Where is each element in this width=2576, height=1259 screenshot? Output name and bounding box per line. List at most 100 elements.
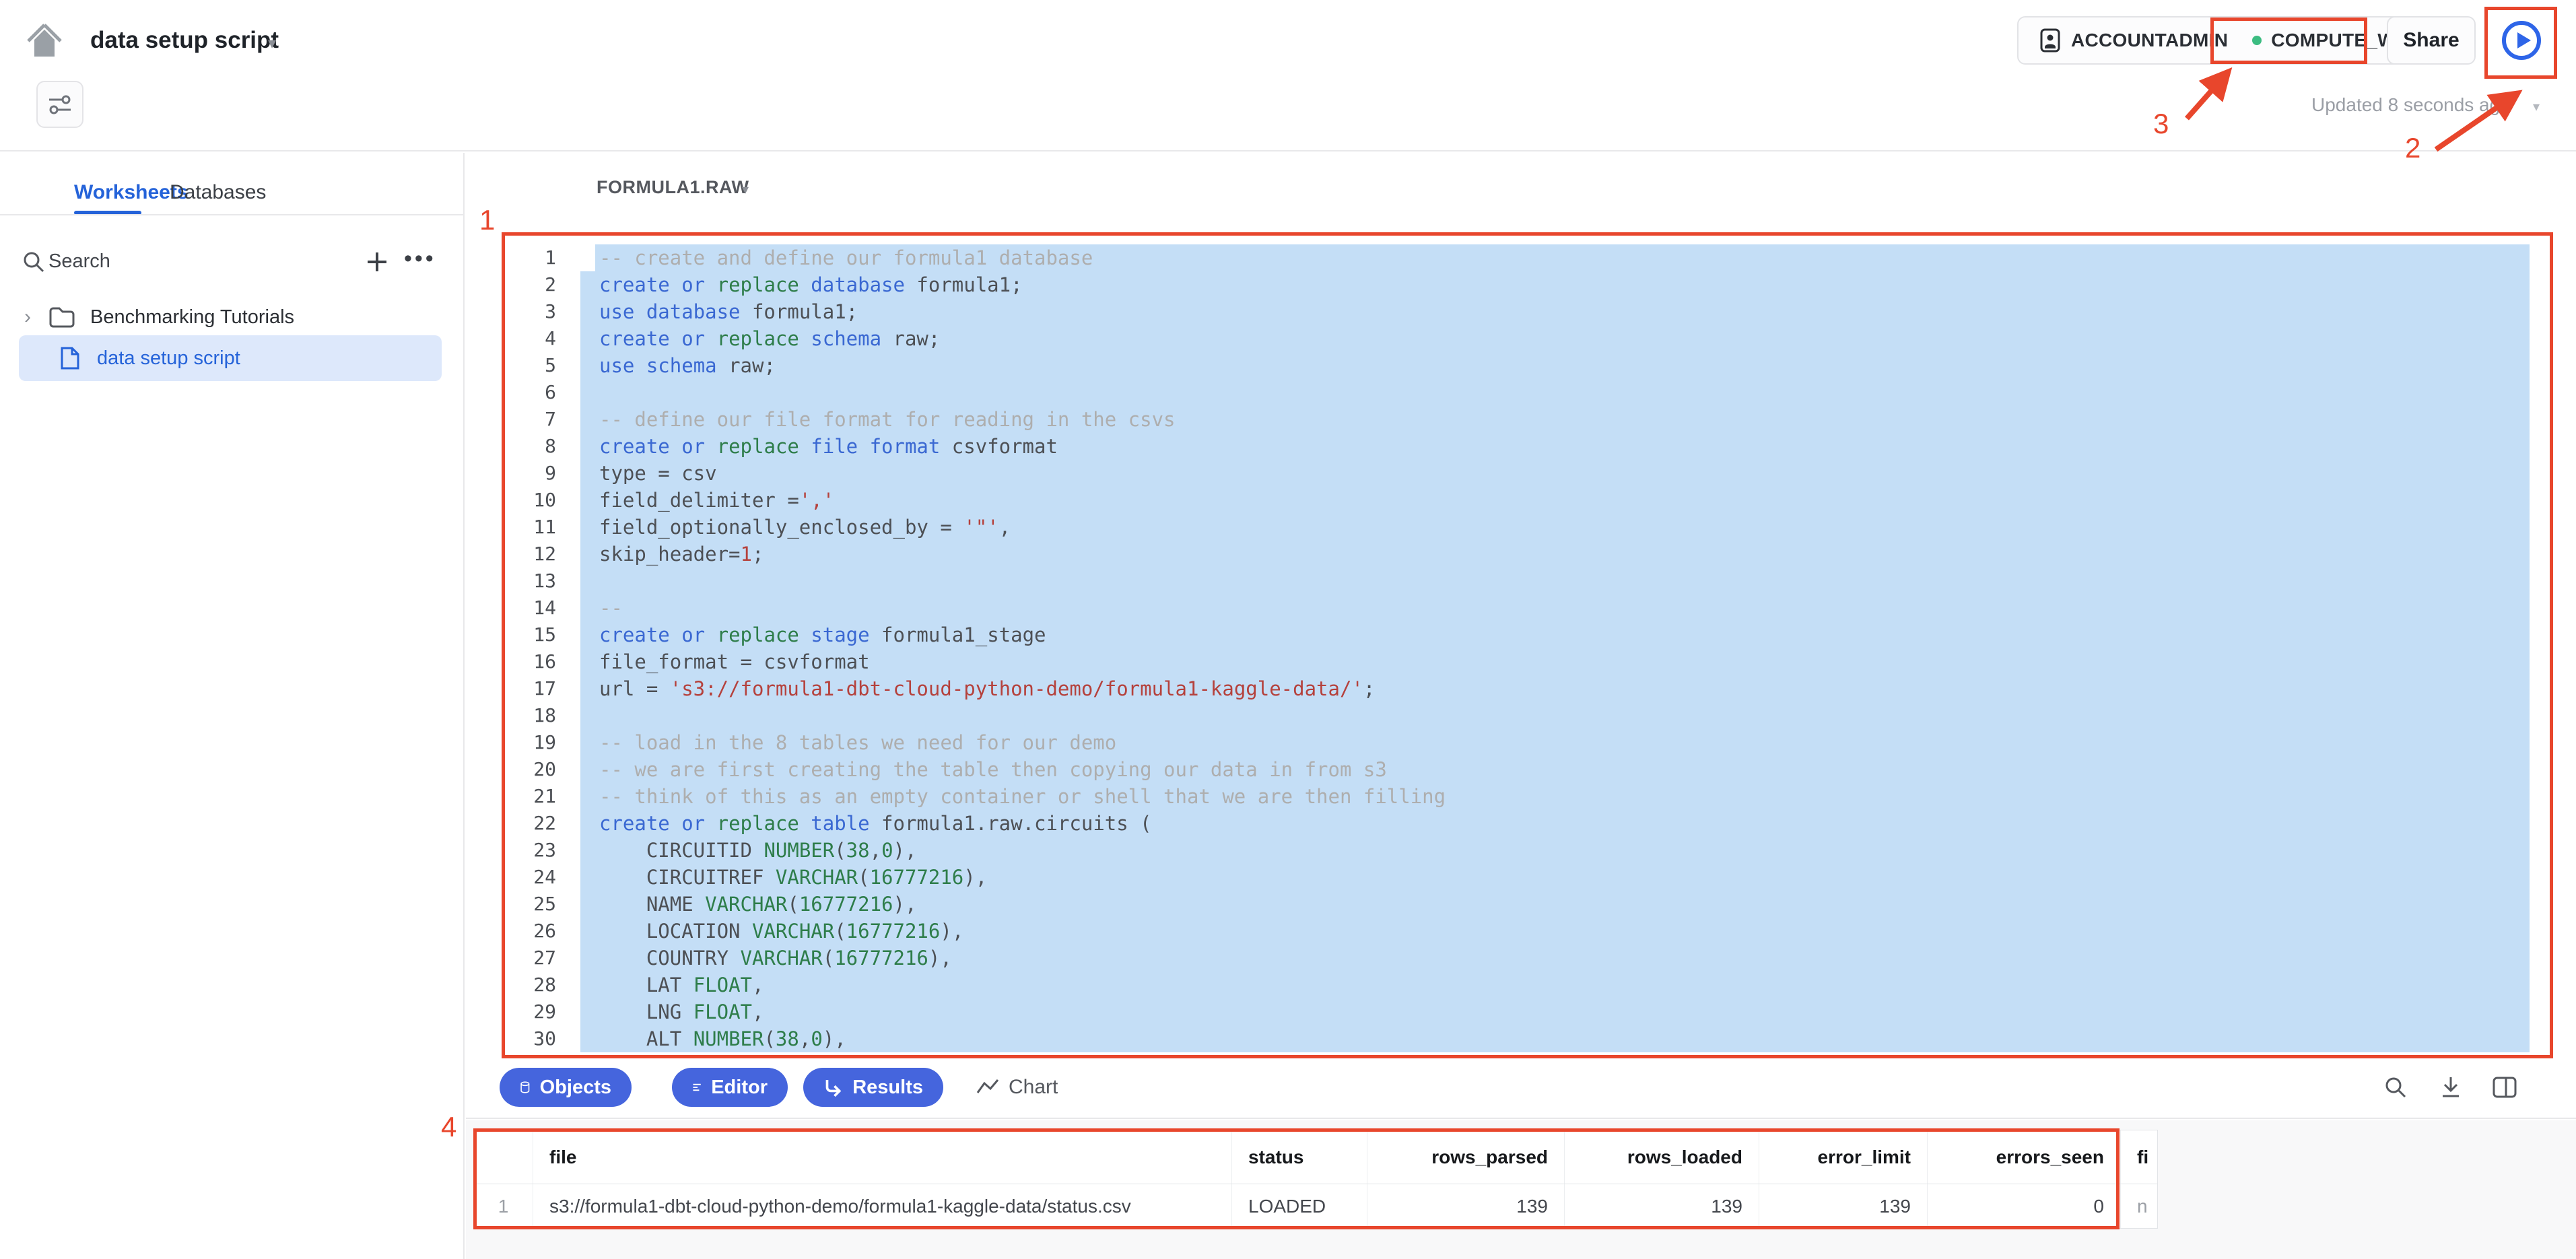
code-line: 14-- [502,594,2553,621]
home-icon[interactable] [25,22,64,61]
split-columns-icon [2492,1076,2517,1099]
results-label: Results [852,1077,923,1099]
results-arrow-icon [823,1077,843,1098]
column-header[interactable]: status [1232,1130,1367,1184]
code-line-content: create or replace file format csvformat [580,433,2530,460]
line-number: 15 [502,621,580,648]
code-line-content [580,568,2530,594]
column-header[interactable] [474,1130,533,1184]
results-button[interactable]: Results [803,1068,943,1107]
column-header[interactable]: errors_seen [1928,1130,2121,1184]
results-table[interactable]: filestatusrows_parsedrows_loadederror_li… [473,1130,2158,1229]
worksheet-title[interactable]: data setup script [90,27,279,54]
code-line: 17url = 's3://formula1-dbt-cloud-python-… [502,675,2553,702]
editor-button[interactable]: Editor [672,1068,788,1107]
code-line: 2create or replace database formula1; [502,271,2553,298]
schema-context-selector[interactable]: FORMULA1.RAW [597,177,749,198]
warehouse-segment[interactable]: COMPUTE_WH [2252,30,2409,51]
panel-toggle-bar: Objects Editor Results Chart [466,1060,2576,1119]
code-line: 25 NAME VARCHAR(16777216), [502,891,2553,918]
table-cell[interactable]: 0 [1928,1184,2121,1228]
context-selector[interactable]: ACCOUNTADMIN COMPUTE_WH [2017,16,2431,65]
table-cell[interactable]: n [2121,1184,2157,1228]
tabs-divider [0,214,465,215]
play-icon [2500,19,2543,62]
line-number: 28 [502,972,580,998]
code-line: 22create or replace table formula1.raw.c… [502,810,2553,837]
updated-caret-down-icon[interactable]: ▾ [2533,98,2540,115]
code-line: 29 LNG FLOAT, [502,998,2553,1025]
sidebar-item-folder[interactable]: › Benchmarking Tutorials [0,296,465,339]
code-line-content: use schema raw; [580,352,2530,379]
split-view-button[interactable] [2490,1073,2519,1102]
column-header[interactable]: rows_parsed [1367,1130,1565,1184]
code-line: 28 LAT FLOAT, [502,972,2553,998]
filters-button[interactable] [36,81,83,128]
search-icon [22,250,46,274]
role-segment[interactable]: ACCOUNTADMIN [2039,28,2228,53]
line-number: 2 [502,271,580,298]
editor-lines-icon [692,1077,702,1097]
table-cell[interactable]: LOADED [1232,1184,1367,1228]
more-options-icon[interactable]: ••• [404,246,436,272]
table-row[interactable]: 1s3://formula1-dbt-cloud-python-demo/for… [474,1184,2157,1228]
chevron-right-icon[interactable]: › [24,306,31,329]
table-cell[interactable]: 1 [474,1184,533,1228]
code-line-content: NAME VARCHAR(16777216), [580,891,2530,918]
updated-timestamp: Updated 8 seconds ago [2311,94,2511,116]
search-icon [2383,1075,2408,1099]
run-button[interactable] [2491,16,2552,65]
line-number: 10 [502,487,580,514]
table-cell[interactable]: 139 [1565,1184,1759,1228]
objects-button[interactable]: Objects [500,1068,632,1107]
search-results-button[interactable] [2381,1073,2410,1102]
code-line: 20-- we are first creating the table the… [502,756,2553,783]
code-line-content: -- [580,594,2530,621]
line-number: 5 [502,352,580,379]
line-number: 9 [502,460,580,487]
code-line-content: -- we are first creating the table then … [580,756,2530,783]
code-line: 3use database formula1; [502,298,2553,325]
chart-button[interactable]: Chart [976,1068,1058,1107]
column-header[interactable]: rows_loaded [1565,1130,1759,1184]
table-cell[interactable]: 139 [1759,1184,1928,1228]
code-line: 11field_optionally_enclosed_by = '"', [502,514,2553,541]
person-badge-icon [2039,28,2062,53]
code-line-content: skip_header=1; [580,541,2530,568]
download-results-button[interactable] [2436,1073,2466,1102]
line-number: 21 [502,783,580,810]
schema-context-caret-down-icon[interactable]: ▾ [742,181,749,198]
code-line: 27 COUNTRY VARCHAR(16777216), [502,945,2553,972]
tab-databases[interactable]: Databases [170,181,266,204]
code-line-content [580,379,2530,406]
line-number: 12 [502,541,580,568]
table-cell[interactable]: s3://formula1-dbt-cloud-python-demo/form… [533,1184,1232,1228]
title-caret-down-icon[interactable]: ▾ [268,34,276,53]
search-input[interactable] [48,244,331,278]
line-number: 20 [502,756,580,783]
column-header[interactable]: file [533,1130,1232,1184]
code-line: 7-- define our file format for reading i… [502,406,2553,433]
line-number: 18 [502,702,580,729]
code-line: 1-- create and define our formula1 datab… [502,244,2553,271]
sql-editor[interactable]: 1-- create and define our formula1 datab… [502,234,2553,1058]
code-line-content: url = 's3://formula1-dbt-cloud-python-de… [580,675,2530,702]
code-line: 24 CIRCUITREF VARCHAR(16777216), [502,864,2553,891]
column-header[interactable]: error_limit [1759,1130,1928,1184]
column-header[interactable]: fi [2121,1130,2157,1184]
line-number: 11 [502,514,580,541]
download-icon [2439,1075,2463,1099]
code-line: 9type = csv [502,460,2553,487]
line-number: 1 [502,244,580,271]
code-line-content: field_delimiter =',' [580,487,2530,514]
code-lines: 1-- create and define our formula1 datab… [502,244,2553,1052]
share-button[interactable]: Share [2387,16,2476,65]
table-cell[interactable]: 139 [1367,1184,1565,1228]
code-line-content: create or replace table formula1.raw.cir… [580,810,2530,837]
line-number: 26 [502,918,580,945]
add-worksheet-icon[interactable] [364,248,391,275]
line-number: 27 [502,945,580,972]
sidebar-item-worksheet-selected[interactable]: data setup script [19,335,442,381]
role-label: ACCOUNTADMIN [2071,30,2228,51]
editor-context-bar: FORMULA1.RAW ▾ [466,153,2576,232]
